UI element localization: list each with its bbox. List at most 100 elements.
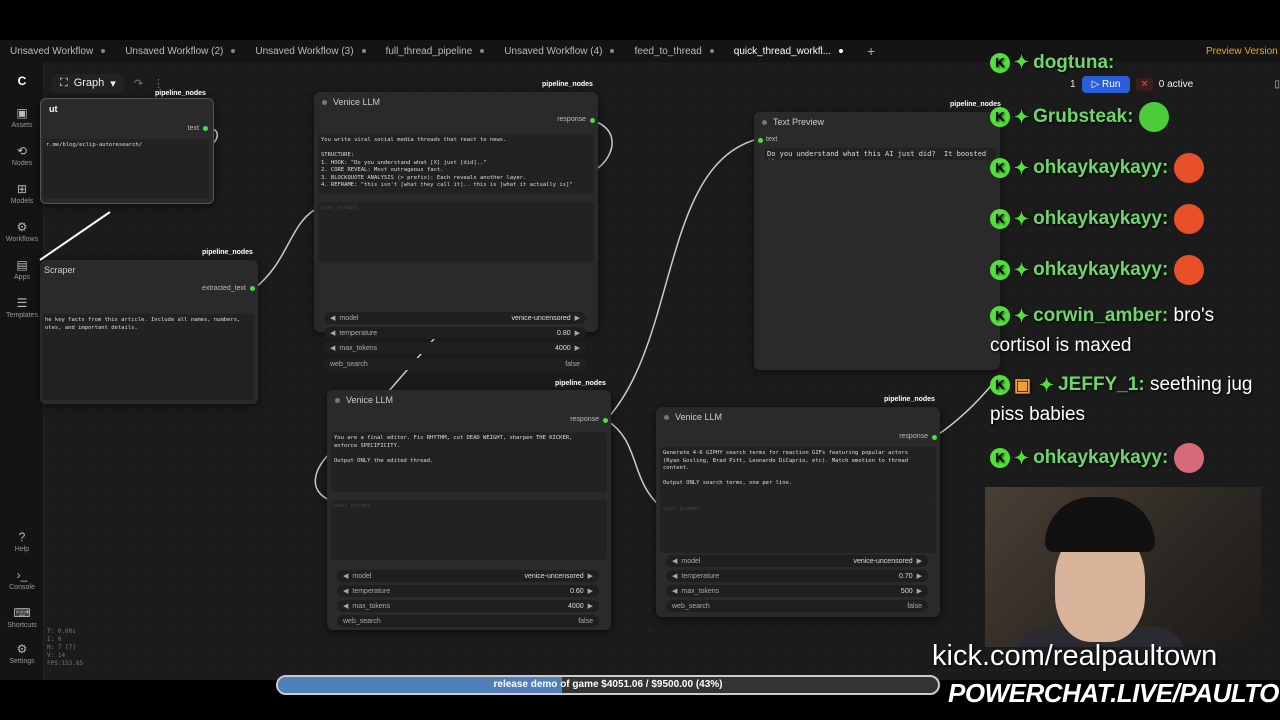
left-arrow-icon[interactable]: ◀	[672, 557, 677, 565]
model-widget[interactable]: ◀ model venice-uncensored ▶	[337, 570, 599, 582]
queue-count-input[interactable]: 1	[1070, 79, 1076, 90]
collapse-dot-icon[interactable]	[762, 119, 767, 125]
queue-controls: 1 ▷ Run ✕ 0 active ▯	[1040, 74, 1280, 94]
chat-username: dogtuna:	[1033, 52, 1115, 73]
chat-message: K ✦ dogtuna:	[990, 52, 1114, 74]
chat-username: corwin_amber:	[1033, 305, 1169, 327]
left-arrow-icon[interactable]: ◀	[330, 329, 335, 337]
model-widget[interactable]: ◀ model venice-uncensored ▶	[666, 555, 928, 567]
emote-icon	[1174, 443, 1205, 473]
wire	[39, 211, 111, 261]
output-port[interactable]	[250, 286, 255, 291]
output-port[interactable]	[203, 126, 208, 131]
chat-message: K ▣ ✦ JEFFY_1: seething jug piss babies	[990, 370, 1270, 430]
system-prompt-textarea[interactable]: Generate 4-6 GIPHY search terms for reac…	[660, 447, 936, 503]
widget-name: model	[339, 314, 359, 322]
max-tokens-widget[interactable]: ◀ max_tokens 4000 ▶	[337, 600, 599, 612]
left-arrow-icon[interactable]: ◀	[343, 587, 348, 595]
web-search-widget[interactable]: web_search false	[324, 358, 586, 370]
right-arrow-icon[interactable]: ▶	[588, 587, 593, 595]
collapse-dot-icon[interactable]	[335, 397, 340, 403]
right-arrow-icon[interactable]: ▶	[588, 572, 593, 580]
left-arrow-icon[interactable]: ◀	[330, 314, 335, 322]
user-prompt-textarea[interactable]: user_prompt	[331, 500, 607, 560]
right-arrow-icon[interactable]: ▶	[588, 602, 593, 610]
web-search-widget[interactable]: web_search false	[337, 615, 599, 627]
node-title: Text Preview	[754, 112, 1000, 132]
right-arrow-icon[interactable]: ▶	[917, 572, 922, 580]
right-arrow-icon[interactable]: ▶	[575, 314, 580, 322]
max-tokens-widget[interactable]: ◀ max_tokens 500 ▶	[666, 585, 928, 597]
widget-name: model	[681, 557, 701, 565]
widget-name: model	[352, 572, 372, 580]
system-prompt-textarea[interactable]: You are a final editor. Fix RHYTHM, cut …	[331, 432, 607, 492]
widget-name: web_search	[330, 360, 368, 368]
emote-icon	[1174, 255, 1205, 285]
scraper-node[interactable]: Scraper extracted_text he key facts from…	[40, 260, 258, 404]
node-title: Venice LLM	[314, 92, 598, 112]
kick-badge-icon: K	[990, 306, 1010, 326]
widget-value: false	[907, 602, 922, 610]
url-textarea[interactable]: r.me/blog/eclip-autoresearch/	[43, 139, 209, 199]
left-arrow-icon[interactable]: ◀	[672, 572, 677, 580]
widget-name: max_tokens	[681, 587, 720, 595]
left-arrow-icon[interactable]: ◀	[343, 602, 348, 610]
user-prompt-textarea[interactable]: user_prompt	[660, 503, 936, 553]
temperature-widget[interactable]: ◀ temperature 0.60 ▶	[337, 585, 599, 597]
widget-value: false	[578, 617, 593, 625]
temperature-widget[interactable]: ◀ temperature 0.80 ▶	[324, 327, 586, 339]
chat-message: K ✦ Grubsteak:	[990, 102, 1170, 132]
chat-message: K ✦ corwin_amber: bro's cortisol is maxed	[990, 301, 1270, 361]
widget-value: 0.70	[898, 572, 913, 580]
text-preview-node[interactable]: Text Preview text Do you understand what…	[754, 112, 1000, 370]
system-prompt-textarea[interactable]: You write viral social media threads tha…	[318, 134, 594, 194]
output-port[interactable]	[590, 118, 595, 123]
close-icon[interactable]: ✕	[1136, 77, 1153, 91]
venice-llm-node-2[interactable]: Venice LLM response You are a final edit…	[327, 390, 611, 630]
temperature-widget[interactable]: ◀ temperature 0.70 ▶	[666, 570, 928, 582]
run-button[interactable]: ▷ Run	[1081, 75, 1131, 93]
max-tokens-widget[interactable]: ◀ max_tokens 4000 ▶	[324, 342, 586, 354]
scraper-prompt-textarea[interactable]: he key facts from this article. Include …	[42, 314, 254, 400]
port-label: response	[899, 433, 928, 440]
port-label: extracted_text	[202, 285, 246, 292]
chat-username: ohkaykaykayy:	[1033, 447, 1169, 469]
widget-value: venice-uncensored	[524, 572, 584, 580]
widget-value: 4000	[555, 344, 571, 352]
node-title-text: Venice LLM	[675, 412, 723, 422]
input-port[interactable]	[758, 138, 763, 143]
web-search-widget[interactable]: web_search false	[666, 600, 928, 612]
subscriber-badge-icon: ✦	[1014, 447, 1030, 468]
chat-message: K ✦ ohkaykaykayy:	[990, 255, 1205, 285]
widget-value: 0.80	[556, 329, 571, 337]
left-arrow-icon[interactable]: ◀	[672, 587, 677, 595]
right-arrow-icon[interactable]: ▶	[917, 557, 922, 565]
collapse-dot-icon[interactable]	[322, 99, 327, 105]
left-arrow-icon[interactable]: ◀	[330, 344, 335, 352]
left-arrow-icon[interactable]: ◀	[343, 572, 348, 580]
widget-value: 0.60	[569, 587, 584, 595]
widget-value: venice-uncensored	[853, 557, 913, 565]
right-arrow-icon[interactable]: ▶	[917, 587, 922, 595]
kick-badge-icon: K	[990, 448, 1010, 468]
widget-value: 4000	[568, 602, 584, 610]
subscriber-badge-icon: ✦	[1014, 306, 1030, 326]
widget-name: web_search	[672, 602, 710, 610]
url-node[interactable]: ut text r.me/blog/eclip-autoresearch/	[40, 98, 214, 204]
collapse-dot-icon[interactable]	[664, 414, 669, 420]
widget-name: temperature	[339, 329, 378, 337]
panel-toggle-icon[interactable]: ▯	[1274, 79, 1280, 90]
emote-icon	[1174, 153, 1205, 183]
model-widget[interactable]: ◀ model venice-uncensored ▶	[324, 312, 586, 324]
user-prompt-textarea[interactable]: user_prompt	[318, 202, 594, 262]
venice-llm-node-1[interactable]: Venice LLM response You write viral soci…	[314, 92, 598, 339]
gift-badge-icon: ▣	[1014, 375, 1032, 395]
output-port[interactable]	[603, 418, 608, 423]
right-arrow-icon[interactable]: ▶	[575, 329, 580, 337]
node-title-text: Scraper	[44, 265, 76, 275]
venice-llm-node-3[interactable]: Venice LLM response Generate 4-6 GIPHY s…	[656, 407, 940, 617]
right-arrow-icon[interactable]: ▶	[575, 344, 580, 352]
kick-badge-icon: K	[990, 107, 1010, 127]
widget-name: temperature	[681, 572, 720, 580]
output-port[interactable]	[932, 435, 937, 440]
